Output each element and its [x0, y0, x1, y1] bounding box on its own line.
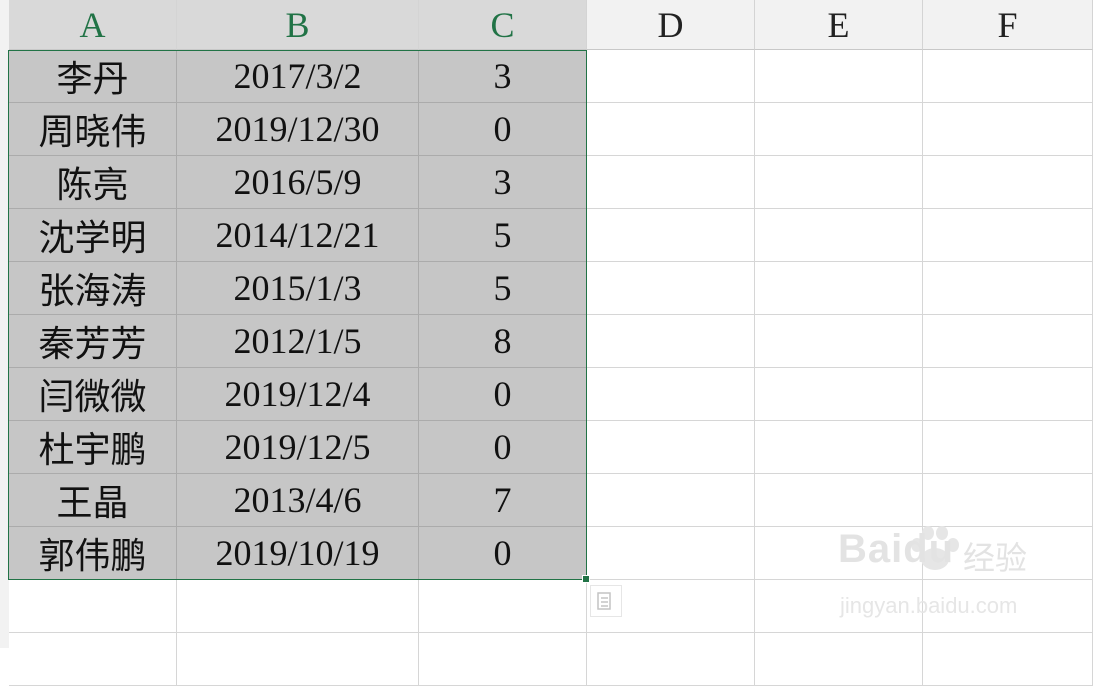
cell-a3[interactable]: 陈亮 [9, 156, 177, 209]
cell-a5[interactable]: 张海涛 [9, 262, 177, 315]
cell-d5[interactable] [587, 262, 755, 315]
cell-c8[interactable]: 0 [419, 421, 587, 474]
cell-f6[interactable] [923, 315, 1093, 368]
cell-d2[interactable] [587, 103, 755, 156]
cell-b12[interactable] [177, 633, 419, 686]
cell-d8[interactable] [587, 421, 755, 474]
cell-e5[interactable] [755, 262, 923, 315]
cell-c9[interactable]: 7 [419, 474, 587, 527]
cell-b9[interactable]: 2013/4/6 [177, 474, 419, 527]
cell-e4[interactable] [755, 209, 923, 262]
cell-c6[interactable]: 8 [419, 315, 587, 368]
cell-a9[interactable]: 王晶 [9, 474, 177, 527]
baidu-jingyan-watermark: Baidu 经验 jingyan.baidu.com [838, 525, 1038, 625]
cell-a7[interactable]: 闫微微 [9, 368, 177, 421]
cell-c10[interactable]: 0 [419, 527, 587, 580]
cell-b4[interactable]: 2014/12/21 [177, 209, 419, 262]
cell-e9[interactable] [755, 474, 923, 527]
cell-d1[interactable] [587, 50, 755, 103]
cell-c3[interactable]: 3 [419, 156, 587, 209]
column-header-c[interactable]: C [419, 0, 587, 50]
cell-f7[interactable] [923, 368, 1093, 421]
cell-c5[interactable]: 5 [419, 262, 587, 315]
cell-f12[interactable] [923, 633, 1093, 686]
quick-analysis-icon[interactable] [590, 585, 622, 617]
cell-f9[interactable] [923, 474, 1093, 527]
cell-b5[interactable]: 2015/1/3 [177, 262, 419, 315]
cell-c4[interactable]: 5 [419, 209, 587, 262]
cell-e6[interactable] [755, 315, 923, 368]
cell-b11[interactable] [177, 580, 419, 633]
cell-b8[interactable]: 2019/12/5 [177, 421, 419, 474]
cell-a11[interactable] [9, 580, 177, 633]
cell-a4[interactable]: 沈学明 [9, 209, 177, 262]
cell-e1[interactable] [755, 50, 923, 103]
cell-a6[interactable]: 秦芳芳 [9, 315, 177, 368]
cell-f4[interactable] [923, 209, 1093, 262]
cell-f5[interactable] [923, 262, 1093, 315]
cell-a12[interactable] [9, 633, 177, 686]
cell-e12[interactable] [755, 633, 923, 686]
watermark-brand: Baidu [838, 527, 955, 571]
cell-e8[interactable] [755, 421, 923, 474]
cell-d3[interactable] [587, 156, 755, 209]
column-header-f[interactable]: F [923, 0, 1093, 50]
cell-b10[interactable]: 2019/10/19 [177, 527, 419, 580]
cell-b2[interactable]: 2019/12/30 [177, 103, 419, 156]
cell-d6[interactable] [587, 315, 755, 368]
cell-f2[interactable] [923, 103, 1093, 156]
cell-d10[interactable] [587, 527, 755, 580]
column-header-d[interactable]: D [587, 0, 755, 50]
cell-c12[interactable] [419, 633, 587, 686]
cell-c11[interactable] [419, 580, 587, 633]
cell-c1[interactable]: 3 [419, 50, 587, 103]
cell-e7[interactable] [755, 368, 923, 421]
cell-c7[interactable]: 0 [419, 368, 587, 421]
watermark-url: jingyan.baidu.com [840, 593, 1018, 618]
quick-analysis-glyph [597, 592, 611, 610]
column-header-a[interactable]: A [9, 0, 177, 50]
cell-d9[interactable] [587, 474, 755, 527]
cell-d7[interactable] [587, 368, 755, 421]
cell-a1[interactable]: 李丹 [9, 50, 177, 103]
column-header-e[interactable]: E [755, 0, 923, 50]
cell-b3[interactable]: 2016/5/9 [177, 156, 419, 209]
column-header-b[interactable]: B [177, 0, 419, 50]
watermark-cn-text: 经验 [963, 539, 1028, 577]
cell-e3[interactable] [755, 156, 923, 209]
cell-f3[interactable] [923, 156, 1093, 209]
cell-a2[interactable]: 周晓伟 [9, 103, 177, 156]
cell-b7[interactable]: 2019/12/4 [177, 368, 419, 421]
fill-handle[interactable] [582, 575, 590, 583]
cell-b1[interactable]: 2017/3/2 [177, 50, 419, 103]
cell-f8[interactable] [923, 421, 1093, 474]
cell-c2[interactable]: 0 [419, 103, 587, 156]
cell-f1[interactable] [923, 50, 1093, 103]
cell-a8[interactable]: 杜宇鹏 [9, 421, 177, 474]
cell-d12[interactable] [587, 633, 755, 686]
cell-d4[interactable] [587, 209, 755, 262]
cell-b6[interactable]: 2012/1/5 [177, 315, 419, 368]
cell-a10[interactable]: 郭伟鹏 [9, 527, 177, 580]
cell-e2[interactable] [755, 103, 923, 156]
